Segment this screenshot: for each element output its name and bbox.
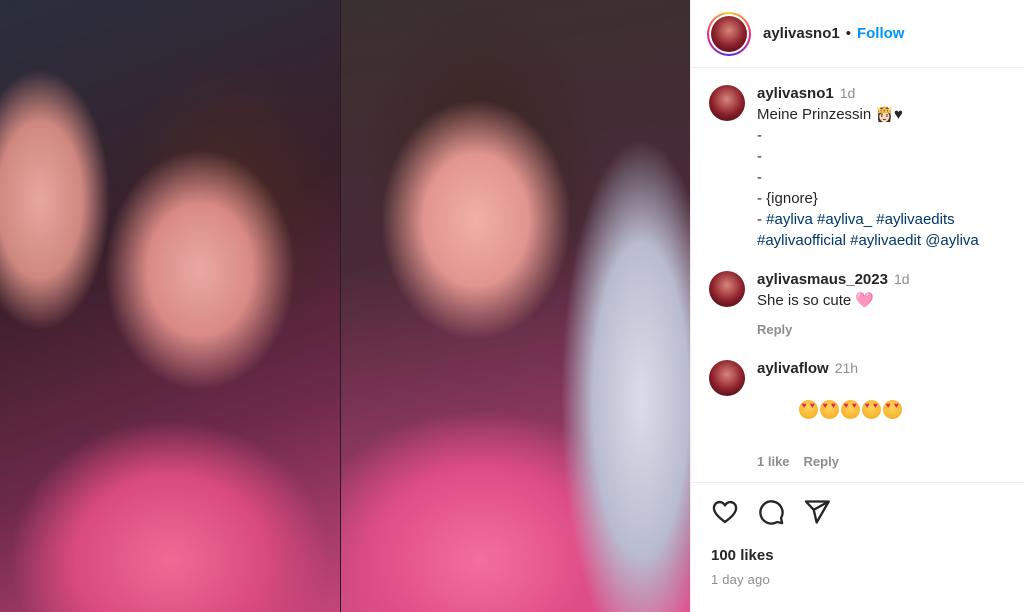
comment-item: aylivasmaus_2023 1d She is so cute 🩷 Repl… — [709, 269, 1009, 340]
heart-eyes-emoji-icon — [882, 400, 902, 419]
post-side-panel: aylivasno1 • Follow aylivasno1 1d Meine P… — [690, 0, 1024, 612]
caption-dash: - — [757, 127, 762, 144]
author-avatar[interactable] — [707, 11, 751, 56]
comment-icon[interactable] — [757, 498, 785, 526]
reply-button[interactable]: Reply — [804, 454, 839, 469]
post-age: 1 day ago — [711, 572, 770, 587]
photo-right — [341, 0, 690, 612]
comment-actions: Reply — [757, 319, 910, 340]
commenter-username[interactable]: aylivaflow — [757, 360, 829, 377]
heart-eyes-emoji-icon — [819, 400, 839, 419]
comment-likes[interactable]: 1 like — [757, 454, 790, 469]
post-footer: 100 likes 1 day ago — [691, 482, 1024, 612]
follow-button[interactable]: Follow — [857, 25, 905, 42]
mention[interactable]: @ayliva — [925, 232, 979, 249]
post-header: aylivasno1 • Follow — [691, 0, 1024, 68]
heart-eyes-emoji-icon — [840, 400, 860, 419]
hashtag[interactable]: #ayliva — [766, 211, 813, 228]
comment-item: aylivaflow 21h 1 like Reply — [709, 358, 1009, 472]
caption-hashtags: - #ayliva #ayliva_ #aylivaedits #aylivaof… — [757, 211, 979, 249]
commenter-avatar[interactable] — [709, 271, 745, 307]
hashtag[interactable]: #aylivaedit — [850, 232, 921, 249]
heart-icon[interactable] — [711, 498, 739, 526]
caption-avatar[interactable] — [709, 85, 745, 121]
caption-username[interactable]: aylivasno1 — [757, 85, 834, 102]
action-bar — [711, 497, 1007, 527]
photo-left — [0, 0, 340, 612]
caption: aylivasno1 1d Meine Prinzessin 👸🏻♥ - - - … — [709, 83, 1009, 251]
author-username[interactable]: aylivasno1 — [763, 25, 840, 42]
reply-button[interactable]: Reply — [757, 322, 792, 337]
comment-emojis — [757, 379, 904, 443]
comment-time: 21h — [834, 360, 859, 376]
share-icon[interactable] — [803, 498, 831, 526]
caption-dash: - — [757, 169, 762, 186]
heart-eyes-emoji-icon — [861, 400, 881, 419]
heart-eyes-emoji-icon — [798, 400, 818, 419]
hashtag[interactable]: #aylivaofficial — [757, 232, 846, 249]
hashtag[interactable]: #ayliva_ — [817, 211, 872, 228]
caption-line: Meine Prinzessin 👸🏻♥ — [757, 106, 903, 123]
comment-text: She is so cute 🩷 — [757, 292, 875, 309]
header-separator: • — [845, 25, 851, 42]
caption-dash: - — [757, 148, 762, 165]
comment-time: 1d — [893, 271, 910, 287]
comments-list[interactable]: aylivasno1 1d Meine Prinzessin 👸🏻♥ - - - … — [691, 69, 1024, 482]
like-count[interactable]: 100 likes — [711, 547, 1007, 564]
caption-time: 1d — [839, 85, 856, 101]
post-media[interactable] — [0, 0, 690, 612]
commenter-username[interactable]: aylivasmaus_2023 — [757, 271, 888, 288]
commenter-avatar[interactable] — [709, 360, 745, 396]
comment-actions: 1 like Reply — [757, 451, 904, 472]
caption-ignore: - {ignore} — [757, 190, 818, 207]
hashtag[interactable]: #aylivaedits — [876, 211, 954, 228]
